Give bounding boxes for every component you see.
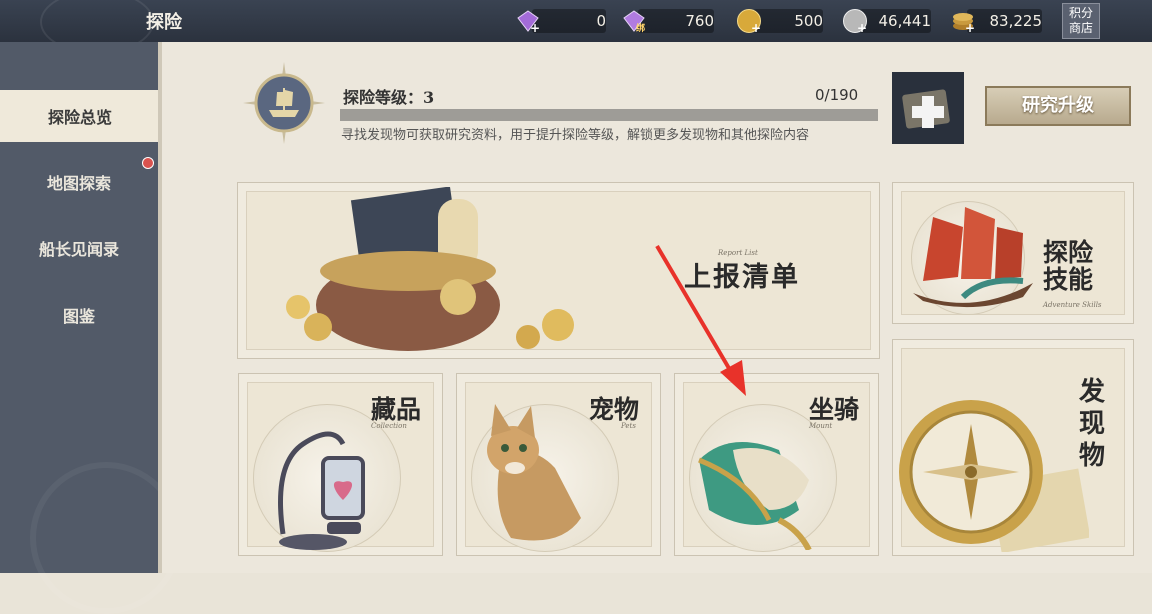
currency-purple-gem[interactable]: + 0	[516, 9, 606, 35]
pets-title: 宠物	[589, 395, 640, 424]
sidebar-item-map-explore[interactable]: 地图探索	[0, 156, 158, 208]
sidebar-item-label: 船长见闻录	[38, 240, 119, 259]
level-description: 寻找发现物可获取研究资料，用于提升探险等级，解锁更多发现物和其他探险内容	[341, 128, 810, 143]
compass-icon	[899, 400, 1089, 552]
sidebar-item-captain-notes[interactable]: 船长见闻录	[0, 222, 158, 274]
sidebar-item-overview[interactable]: 探险总览	[0, 90, 160, 142]
points-shop-button[interactable]: 积分 商店	[1062, 3, 1100, 39]
explore-level-label: 探险等级：3	[343, 88, 435, 107]
currency-value: 500	[794, 12, 823, 30]
collection-title: 藏品	[371, 395, 422, 424]
title-line: 探险	[1043, 238, 1094, 267]
report-list-subtitle: Report List	[718, 249, 758, 257]
saddle-icon	[698, 442, 812, 550]
research-upgrade-button[interactable]: 研究升级	[985, 86, 1131, 126]
add-icon: +	[965, 21, 976, 35]
shop-label-line2: 商店	[1068, 21, 1093, 35]
research-material-slot[interactable]	[892, 72, 964, 144]
add-icon: +	[530, 21, 541, 35]
report-list-title: 上报清单	[684, 262, 800, 293]
adventure-skills-title: 探险 技能	[1043, 239, 1093, 293]
report-list-card[interactable]: 上报清单 Report List	[237, 182, 880, 359]
ship-emblem-icon	[243, 62, 325, 144]
currency-value: 83,225	[989, 12, 1043, 30]
sidebar-item-label: 图鉴	[62, 307, 95, 326]
discovery-card[interactable]: 发 现 物	[892, 339, 1134, 556]
pets-card[interactable]: 宠物 Pets	[456, 373, 661, 556]
title-line: 物	[1079, 441, 1106, 471]
adventure-skills-subtitle: Adventure Skills	[1043, 301, 1102, 309]
adventure-skills-card[interactable]: 探险 技能 Adventure Skills	[892, 182, 1134, 324]
title-line: 现	[1079, 409, 1106, 439]
shop-label-line1: 积分	[1068, 6, 1093, 20]
currency-value: 0	[596, 12, 606, 30]
level-progress-text: 0/190	[815, 86, 859, 104]
currency-bound-gem[interactable]: 绑 760	[622, 9, 714, 34]
lantern-icon	[278, 431, 365, 550]
cat-icon	[487, 404, 581, 541]
currency-coin-stack[interactable]: + 83,225	[951, 9, 1043, 35]
title-line: 发	[1079, 377, 1106, 407]
page-title: 探险	[146, 12, 182, 33]
currency-silver[interactable]: + 46,441	[843, 9, 932, 35]
currency-value: 46,441	[878, 12, 932, 30]
sidebar-item-codex[interactable]: 图鉴	[0, 289, 158, 341]
currency-gold[interactable]: + 500	[737, 9, 823, 35]
notification-dot	[142, 157, 154, 169]
currency-value: 760	[685, 12, 714, 30]
collection-subtitle: Collection	[371, 422, 407, 430]
treasure-bag-icon	[286, 187, 574, 351]
discovery-title: 发 现 物	[1079, 376, 1105, 472]
bound-badge: 绑	[636, 24, 646, 34]
sailing-ship-icon	[913, 207, 1033, 308]
collection-card[interactable]: 藏品 Collection	[238, 373, 443, 556]
sidebar-item-label: 探险总览	[47, 108, 112, 127]
mount-title: 坐骑	[809, 395, 860, 424]
top-bar: 探险 + 0 绑 760 + 500 + 46,441 + 83,225 积分 …	[0, 0, 1152, 54]
add-icon: +	[751, 21, 762, 35]
mount-card[interactable]: 坐骑 Mount	[674, 373, 879, 556]
sidebar-item-label: 地图探索	[46, 174, 111, 193]
pets-subtitle: Pets	[621, 422, 636, 430]
level-progress-bar	[340, 109, 878, 121]
plus-icon	[902, 89, 950, 129]
add-icon: +	[857, 21, 868, 35]
title-line: 技能	[1043, 265, 1094, 294]
mount-subtitle: Mount	[809, 422, 833, 430]
